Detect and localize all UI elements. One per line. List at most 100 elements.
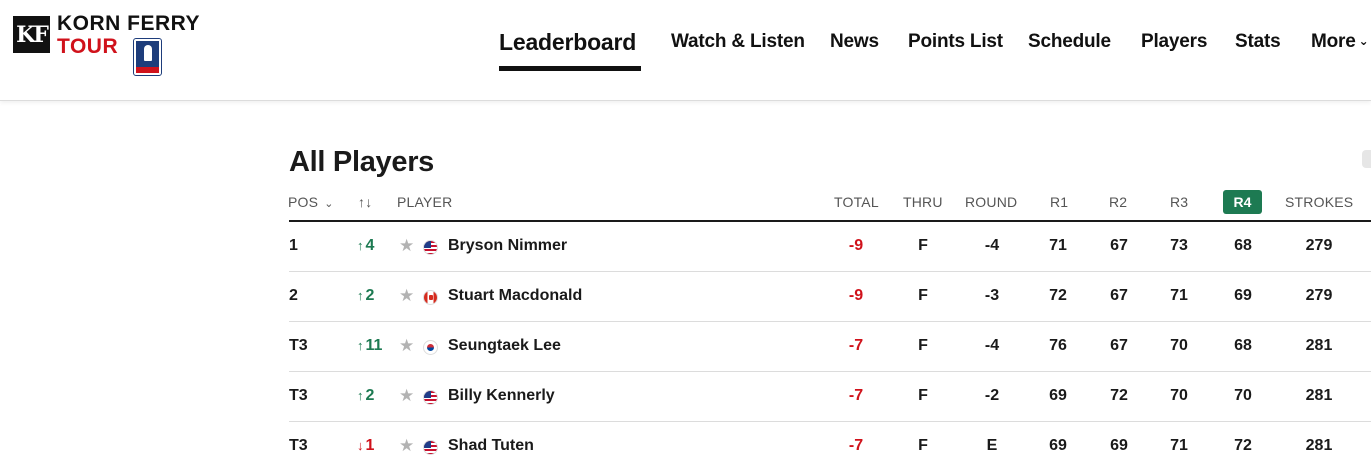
nav-points-list[interactable]: Points List — [908, 31, 1003, 53]
movement-count: 1 — [365, 437, 375, 454]
row-total: -7 — [848, 437, 864, 454]
nav-stats[interactable]: Stats — [1235, 31, 1281, 53]
col-movement: ↑↓ — [358, 194, 373, 210]
row-total: -9 — [848, 237, 864, 254]
row-r4: 68 — [1234, 237, 1252, 254]
arrow-up-icon: ↑ — [357, 238, 364, 253]
row-player-name[interactable]: Stuart Macdonald — [448, 287, 582, 305]
scrollbar-handle[interactable] — [1362, 150, 1371, 168]
site-header: KF KORN FERRY TOUR Leaderboard Watch & L… — [0, 0, 1371, 101]
row-thru: F — [918, 287, 928, 304]
movement-count: 4 — [365, 237, 375, 254]
row-strokes: 279 — [1305, 287, 1333, 304]
row-position: T3 — [289, 387, 308, 404]
nav-news[interactable]: News — [830, 31, 879, 53]
star-icon[interactable]: ★ — [399, 436, 414, 456]
col-total: TOTAL — [834, 194, 879, 210]
row-movement: ↑ 2 — [357, 287, 374, 305]
row-round-score: -3 — [984, 287, 1000, 304]
col-pos[interactable]: POS ⌄ — [288, 194, 334, 210]
kf-logo-mark: KF — [13, 16, 50, 53]
flag-kr-icon — [423, 340, 438, 355]
table-row[interactable]: T3 ↓ 1 ★ Shad Tuten -7 F E 69 69 71 72 281 — [289, 422, 1371, 467]
star-icon[interactable]: ★ — [399, 236, 414, 256]
row-round-score: -4 — [984, 237, 1000, 254]
row-strokes: 279 — [1305, 237, 1333, 254]
row-r3: 73 — [1170, 237, 1188, 254]
flag-us-icon — [423, 390, 438, 405]
row-player-name[interactable]: Billy Kennerly — [448, 387, 555, 405]
nav-schedule[interactable]: Schedule — [1028, 31, 1111, 53]
row-player-name[interactable]: Shad Tuten — [448, 437, 534, 455]
nav-more[interactable]: More ⌄ — [1311, 31, 1369, 53]
row-position: T3 — [289, 337, 308, 354]
row-round-score: E — [986, 437, 998, 454]
row-total: -7 — [848, 337, 864, 354]
row-player-name[interactable]: Seungtaek Lee — [448, 337, 561, 355]
row-strokes: 281 — [1305, 337, 1333, 354]
row-total: -7 — [848, 387, 864, 404]
flag-us-icon — [423, 240, 438, 255]
row-r3: 70 — [1170, 387, 1188, 404]
row-total: -9 — [848, 287, 864, 304]
row-thru: F — [918, 387, 928, 404]
row-r3: 70 — [1170, 337, 1188, 354]
arrow-up-icon: ↑ — [357, 338, 364, 353]
row-r4: 72 — [1234, 437, 1252, 454]
row-r1: 69 — [1049, 437, 1067, 454]
row-strokes: 281 — [1305, 387, 1333, 404]
arrow-up-icon: ↑ — [357, 388, 364, 403]
flag-ca-icon — [423, 290, 438, 305]
movement-count: 2 — [365, 287, 375, 304]
row-r4: 69 — [1234, 287, 1252, 304]
row-movement: ↑ 11 — [357, 337, 382, 355]
korn-ferry-tour-logo[interactable]: KF KORN FERRY TOUR — [13, 12, 213, 78]
row-position: 1 — [289, 237, 298, 254]
logo-text-korn-ferry: KORN FERRY — [57, 12, 201, 35]
nav-watch-listen[interactable]: Watch & Listen — [671, 31, 805, 53]
star-icon[interactable]: ★ — [399, 336, 414, 356]
col-r3[interactable]: R3 — [1170, 194, 1188, 210]
nav-players[interactable]: Players — [1141, 31, 1207, 53]
col-player: PLAYER — [397, 194, 453, 210]
col-r2[interactable]: R2 — [1109, 194, 1127, 210]
star-icon[interactable]: ★ — [399, 286, 414, 306]
col-round: ROUND — [965, 194, 1018, 210]
row-movement: ↑ 2 — [357, 387, 374, 405]
movement-count: 11 — [365, 337, 383, 354]
row-r4: 68 — [1234, 337, 1252, 354]
row-movement: ↓ 1 — [357, 437, 374, 455]
chevron-down-icon: ⌄ — [324, 198, 334, 210]
col-strokes: STROKES — [1285, 194, 1354, 210]
row-movement: ↑ 4 — [357, 237, 374, 255]
movement-count: 2 — [365, 387, 375, 404]
table-row[interactable]: 2 ↑ 2 ★ Stuart Macdonald -9 F -3 72 67 71 69 279 — [289, 272, 1371, 322]
row-player-name[interactable]: Bryson Nimmer — [448, 237, 567, 255]
table-row[interactable]: T3 ↑ 2 ★ Billy Kennerly -7 F -2 69 72 70 70 281 — [289, 372, 1371, 422]
chevron-down-icon: ⌄ — [1358, 34, 1369, 48]
table-row[interactable]: 1 ↑ 4 ★ Bryson Nimmer -9 F -4 71 67 73 68 279 — [289, 222, 1371, 272]
arrow-down-icon: ↓ — [357, 438, 364, 453]
nav-more-label: More — [1311, 31, 1356, 52]
row-r1: 72 — [1049, 287, 1067, 304]
arrow-up-icon: ↑ — [357, 288, 364, 303]
row-position: T3 — [289, 437, 308, 454]
row-r2: 67 — [1110, 287, 1128, 304]
logo-text-tour: TOUR — [57, 35, 119, 58]
row-r2: 67 — [1110, 337, 1128, 354]
nav-active-indicator — [499, 66, 641, 71]
nav-leaderboard[interactable]: Leaderboard — [499, 29, 636, 56]
row-r2: 72 — [1110, 387, 1128, 404]
row-position: 2 — [289, 287, 298, 304]
row-strokes: 281 — [1305, 437, 1333, 454]
col-r4-selected[interactable]: R4 — [1223, 190, 1262, 214]
col-pos-label: POS — [288, 194, 319, 210]
star-icon[interactable]: ★ — [399, 386, 414, 406]
row-thru: F — [918, 237, 928, 254]
pga-tour-logo-icon — [133, 38, 162, 76]
flag-us-icon — [423, 440, 438, 455]
row-r2: 69 — [1110, 437, 1128, 454]
leaderboard-title: All Players — [289, 146, 435, 178]
col-r1[interactable]: R1 — [1050, 194, 1068, 210]
table-row[interactable]: T3 ↑ 11 ★ Seungtaek Lee -7 F -4 76 67 70 68 281 — [289, 322, 1371, 372]
